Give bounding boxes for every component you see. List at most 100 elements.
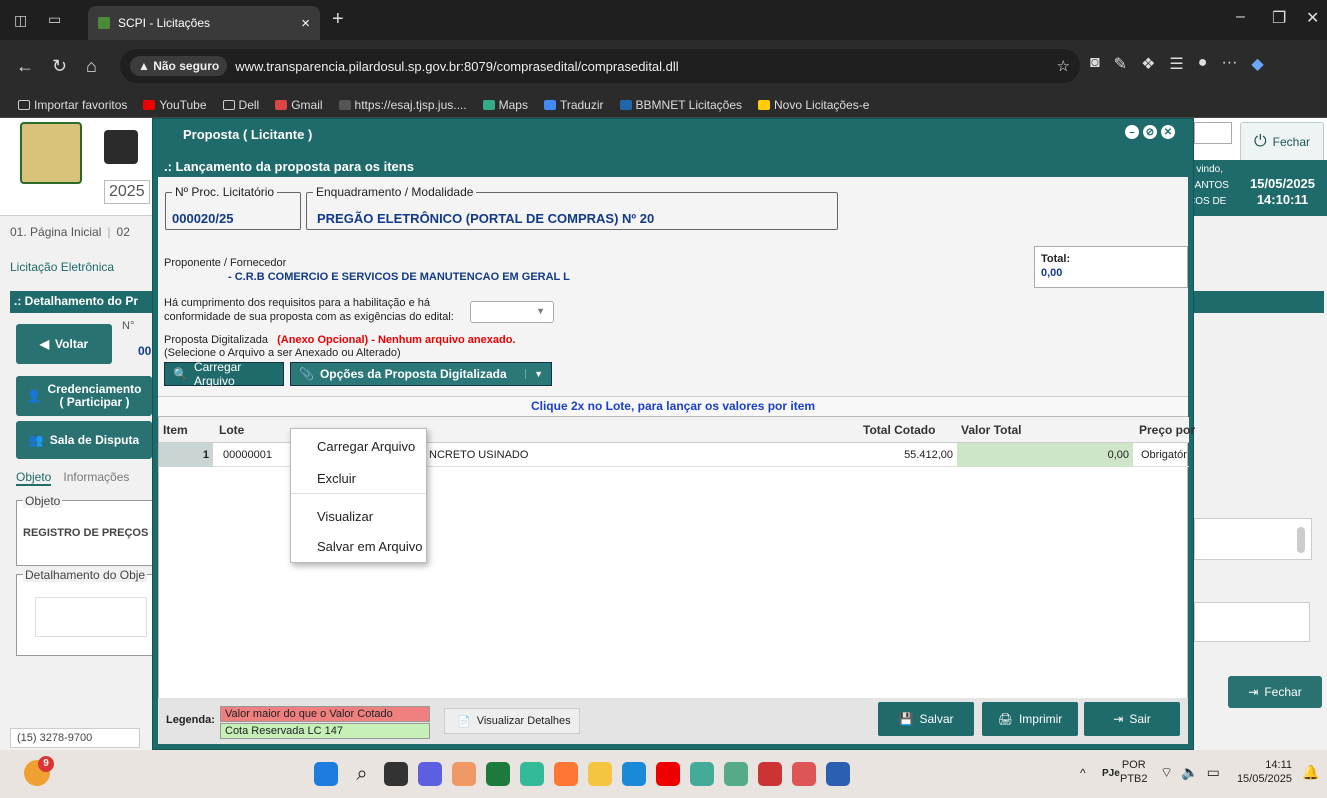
bookmark-import[interactable]: Importar favoritos: [18, 98, 127, 112]
fechar-top-button[interactable]: ⏻ Fechar: [1240, 122, 1324, 162]
acrobat-icon[interactable]: [758, 762, 782, 786]
window-close-icon[interactable]: ✕: [1306, 8, 1319, 28]
chrome-icon[interactable]: [520, 762, 544, 786]
bookmark-bbmnet[interactable]: BBMNET Licitações: [619, 98, 742, 112]
start-icon[interactable]: [314, 762, 338, 786]
browser-tab-bar: ◫ ▭ SCPI - Licitações × + – ❐ ✕: [0, 0, 1327, 40]
bookmark-esaj[interactable]: https://esaj.tjsp.jus....: [338, 98, 467, 112]
file-explorer-icon[interactable]: [588, 762, 612, 786]
youtube-app-icon[interactable]: [656, 762, 680, 786]
header-search-box[interactable]: [1194, 122, 1232, 144]
extension-icon[interactable]: ◙: [1090, 54, 1100, 74]
excel-icon[interactable]: [486, 762, 510, 786]
digital-status: (Anexo Opcional) - Nenhum arquivo anexad…: [277, 334, 516, 346]
pje-icon[interactable]: PJe: [1102, 768, 1120, 779]
proponente-value: - C.R.B COMERCIO E SERVICOS DE MANUTENCA…: [228, 271, 570, 283]
proc-value: 000020/25: [172, 211, 234, 226]
favorite-star-icon[interactable]: ☆: [1057, 57, 1070, 75]
chrome-profile2-icon[interactable]: [724, 762, 748, 786]
welcome-line: n vindo,: [1188, 164, 1224, 175]
bookmark-gmail[interactable]: Gmail: [275, 98, 323, 112]
bookmark-maps[interactable]: Maps: [482, 98, 528, 112]
clock[interactable]: 14:11 15/05/2025: [1236, 758, 1292, 786]
credenciamento-label: Credenciamento: [47, 382, 142, 396]
modal-minimize-icon[interactable]: –: [1125, 125, 1139, 139]
search-icon[interactable]: ⌕: [350, 762, 374, 786]
save-icon: 💾: [898, 712, 914, 726]
site-favicon-icon: [98, 17, 110, 29]
meet-icon[interactable]: [418, 762, 442, 786]
opcoes-dropdown-button[interactable]: 📎 Opções da Proposta Digitalizada ▼: [290, 362, 552, 386]
firefox-icon[interactable]: [554, 762, 578, 786]
workspaces-icon[interactable]: ◫: [14, 12, 27, 29]
wifi-icon[interactable]: ⌔: [1160, 764, 1173, 782]
nav-tab-home[interactable]: 01. Página Inicial: [10, 225, 101, 239]
profile-icon[interactable]: ●: [1198, 54, 1208, 74]
tab-title: SCPI - Licitações: [118, 16, 211, 30]
carregar-arquivo-button[interactable]: 🔍 Carregar Arquivo: [164, 360, 284, 388]
more-icon[interactable]: ···: [1221, 54, 1237, 74]
new-tab-icon[interactable]: +: [332, 8, 344, 31]
fechar-bottom-button[interactable]: ⇥ Fechar: [1228, 676, 1322, 708]
row-desc: NCRETO USINADO: [429, 449, 529, 461]
objeto-scrollbar[interactable]: [1297, 527, 1305, 553]
sala-disputa-button[interactable]: 👥 Sala de Disputa: [16, 421, 152, 459]
favorites-icon[interactable]: ☰: [1169, 54, 1183, 74]
salvar-button[interactable]: 💾 Salvar: [878, 702, 974, 736]
bookmark-licitacoes-e[interactable]: Novo Licitações-e: [758, 98, 869, 112]
requisitos-line: Há cumprimento dos requisitos para a hab…: [164, 297, 430, 309]
voltar-button[interactable]: ◀ Voltar: [16, 324, 112, 364]
menu-carregar[interactable]: Carregar Arquivo: [317, 439, 415, 454]
tab-informacoes[interactable]: Informações: [63, 470, 129, 486]
menu-salvar-arquivo[interactable]: Salvar em Arquivo: [317, 539, 423, 554]
bookmark-dell[interactable]: Dell: [222, 98, 259, 112]
firefox2-icon[interactable]: [792, 762, 816, 786]
battery-icon[interactable]: ▭: [1207, 764, 1220, 782]
back-icon[interactable]: ←: [16, 56, 34, 77]
edge-icon[interactable]: [622, 762, 646, 786]
tab-actions-icon[interactable]: ▭: [48, 11, 61, 28]
nav-tab-02[interactable]: 02: [117, 225, 130, 239]
enquadramento-value: PREGÃO ELETRÔNICO (PORTAL DE COMPRAS) Nº…: [317, 211, 655, 226]
dropdown-caret-icon[interactable]: ▼: [525, 369, 543, 379]
bookmark-traduzir[interactable]: Traduzir: [543, 98, 604, 112]
requisitos-select[interactable]: ▼: [470, 301, 554, 323]
sair-button[interactable]: ⇥ Sair: [1084, 702, 1180, 736]
language-indicator[interactable]: POR PTB2: [1120, 758, 1148, 786]
sala-label: Sala de Disputa: [49, 433, 140, 447]
total-value: 0,00: [1041, 267, 1063, 279]
menu-excluir[interactable]: Excluir: [317, 471, 356, 486]
tab-objeto[interactable]: Objeto: [16, 470, 52, 486]
tab-close-icon[interactable]: ×: [301, 15, 310, 32]
volume-icon[interactable]: 🔈: [1181, 764, 1198, 782]
detalhamento-legend: Detalhamento do Obje: [23, 568, 148, 582]
copilot-icon[interactable]: [452, 762, 476, 786]
restore-icon[interactable]: ❐: [1272, 8, 1286, 28]
tray-icons: ⌔ 🔈 ▭: [1160, 764, 1220, 782]
notifications-bell-icon[interactable]: 🔔: [1302, 764, 1319, 781]
breadcrumb[interactable]: Licitação Eletrônica: [10, 260, 114, 274]
word-icon[interactable]: [826, 762, 850, 786]
tray-chevron-icon[interactable]: ^: [1080, 766, 1086, 780]
url-field[interactable]: ▲ Não seguro www.transparencia.pilardosu…: [120, 49, 1080, 83]
reload-icon[interactable]: ↻: [52, 56, 67, 77]
modal-restore-icon[interactable]: ⊘: [1143, 125, 1157, 139]
row-valor-total[interactable]: 0,00: [957, 443, 1133, 467]
clock-time: 14:11: [1265, 759, 1292, 771]
copilot-icon[interactable]: ◆: [1251, 54, 1263, 74]
visualizar-detalhes-button[interactable]: 📄 Visualizar Detalhes: [444, 708, 580, 734]
extension2-icon[interactable]: ✎: [1114, 54, 1127, 74]
browser-tab[interactable]: SCPI - Licitações ×: [88, 6, 320, 40]
imprimir-button[interactable]: 🖨 Imprimir: [982, 702, 1078, 736]
bookmark-youtube[interactable]: YouTube: [143, 98, 207, 112]
extensions-icon[interactable]: ❖: [1141, 54, 1155, 74]
task-view-icon[interactable]: [384, 762, 408, 786]
minimize-icon[interactable]: –: [1236, 8, 1245, 26]
modal-close-icon[interactable]: ✕: [1161, 125, 1175, 139]
chrome-profile-icon[interactable]: [690, 762, 714, 786]
date-panel: 15/05/2025 14:10:11: [1238, 160, 1327, 216]
insecure-badge[interactable]: ▲ Não seguro: [130, 56, 228, 76]
home-icon[interactable]: ⌂: [86, 56, 97, 77]
menu-visualizar[interactable]: Visualizar: [317, 509, 373, 524]
credenciamento-button[interactable]: 👤 Credenciamento( Participar ): [16, 376, 152, 416]
